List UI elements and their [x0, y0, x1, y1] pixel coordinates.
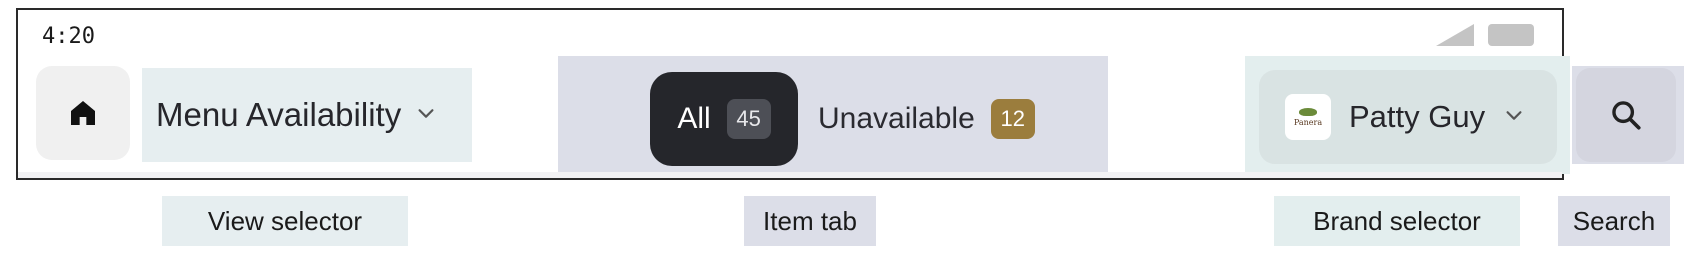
item-tab-region: All 45 Unavailable 12	[558, 56, 1108, 174]
annotation-view-selector: View selector	[162, 196, 408, 246]
tab-all-label: All	[677, 102, 711, 135]
tab-all-count-badge: 45	[726, 99, 771, 139]
search-region	[1572, 66, 1684, 164]
view-selector-region: Menu Availability	[142, 68, 472, 162]
view-selector-label: Menu Availability	[156, 96, 402, 133]
home-button[interactable]	[36, 66, 130, 160]
brand-name: Patty Guy	[1349, 99, 1486, 134]
status-time: 4:20	[42, 24, 95, 49]
annotation-brand-selector: Brand selector	[1274, 196, 1520, 246]
tab-unavailable[interactable]: Unavailable 12	[818, 72, 1035, 166]
battery-icon	[1488, 24, 1534, 46]
brand-logo-leaf	[1299, 107, 1317, 116]
brand-selector[interactable]: Panera Patty Guy	[1259, 70, 1557, 164]
chevron-down-icon	[415, 102, 437, 129]
brand-selector-region: Panera Patty Guy	[1245, 56, 1570, 174]
view-selector[interactable]: Menu Availability	[142, 68, 437, 162]
signal-icon	[1436, 24, 1474, 46]
app-header-frame: 4:20 Menu Availability All 45 Unavailabl…	[16, 8, 1684, 180]
tab-all[interactable]: All 45	[650, 72, 798, 166]
annotation-search: Search	[1558, 196, 1670, 246]
header-divider	[18, 172, 1562, 178]
search-button[interactable]	[1576, 68, 1676, 162]
brand-logo-text: Panera	[1293, 117, 1323, 127]
home-icon	[71, 101, 95, 125]
annotation-item-tab: Item tab	[744, 196, 876, 246]
chevron-down-icon	[1503, 104, 1525, 131]
status-icons	[1436, 24, 1534, 46]
brand-logo: Panera	[1285, 94, 1331, 140]
tab-unavailable-label: Unavailable	[818, 102, 975, 135]
search-icon	[1612, 101, 1641, 130]
tab-unavailable-count-badge: 12	[990, 99, 1035, 139]
